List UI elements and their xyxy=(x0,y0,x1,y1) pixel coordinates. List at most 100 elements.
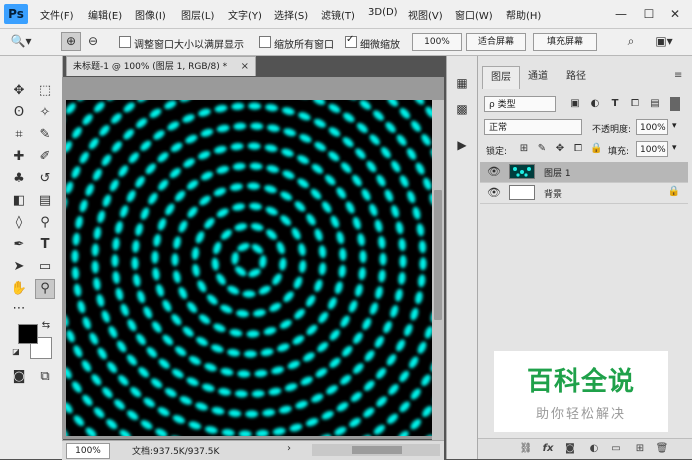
blur-tool-icon[interactable]: ◊ xyxy=(10,214,28,232)
lock-pixels-icon[interactable]: ✎ xyxy=(536,142,548,156)
eye-icon[interactable]: 👁 xyxy=(487,165,501,178)
lock-artboard-icon[interactable]: ⧠ xyxy=(572,142,584,156)
more-tools-icon[interactable]: ⋯ xyxy=(10,300,28,318)
opacity-field[interactable]: 100% xyxy=(636,119,668,135)
minimize-button[interactable]: — xyxy=(612,5,630,23)
horizontal-scrollbar[interactable] xyxy=(312,444,440,456)
tab-layers[interactable]: 图层 xyxy=(482,66,520,89)
zoom-tool-preset-icon[interactable]: 🔍▾ xyxy=(6,33,36,50)
layer-row-layer1[interactable]: 👁 图层 1 xyxy=(480,162,688,183)
blend-mode-select[interactable]: 正常 xyxy=(484,119,582,135)
horizontal-scroll-thumb[interactable] xyxy=(352,446,402,454)
filter-type-icon[interactable]: T xyxy=(608,96,622,112)
close-document-icon[interactable]: × xyxy=(241,57,249,77)
lock-all-icon[interactable]: 🔒 xyxy=(590,142,602,156)
resize-windows-checkbox[interactable] xyxy=(119,36,131,48)
lock-transparency-icon[interactable]: ⊞ xyxy=(518,142,530,156)
eye-icon[interactable]: 👁 xyxy=(487,186,501,199)
menu-window[interactable]: 窗口(W) xyxy=(455,7,493,22)
menu-edit[interactable]: 编辑(E) xyxy=(88,7,122,22)
fill-field[interactable]: 100% xyxy=(636,141,668,157)
default-colors-icon[interactable]: ◪ xyxy=(10,346,22,358)
menu-type[interactable]: 文字(Y) xyxy=(228,7,262,22)
wave-pattern-image xyxy=(66,100,432,436)
fill-dropdown-icon[interactable]: ▾ xyxy=(672,143,677,153)
menu-image[interactable]: 图像(I) xyxy=(135,7,166,22)
panel-menu-icon[interactable]: ≡ xyxy=(674,70,682,81)
menu-layer[interactable]: 图层(L) xyxy=(181,7,214,22)
fx-icon[interactable]: fx xyxy=(540,441,556,457)
hand-tool-icon[interactable]: ✋ xyxy=(10,280,28,298)
history-panel-icon[interactable]: ▦ xyxy=(453,74,471,92)
kind-filter-select[interactable]: ρ 类型 xyxy=(484,96,556,112)
zoom-out-icon[interactable]: ⊖ xyxy=(84,33,102,50)
gradient-tool-icon[interactable]: ▤ xyxy=(36,192,54,210)
menu-3d[interactable]: 3D(D) xyxy=(368,7,398,18)
magic-wand-tool-icon[interactable]: ✧ xyxy=(36,104,54,122)
swap-colors-icon[interactable]: ⇆ xyxy=(40,320,52,332)
adjustment-icon[interactable]: ◐ xyxy=(586,441,602,457)
dodge-tool-icon[interactable]: ⚲ xyxy=(36,214,54,232)
fill-screen-button[interactable]: 填充屏幕 xyxy=(533,33,597,51)
vertical-scrollbar[interactable] xyxy=(432,100,444,440)
filter-adjustment-icon[interactable]: ◐ xyxy=(588,96,602,112)
close-button[interactable]: ✕ xyxy=(666,5,684,23)
scrubby-zoom-checkbox[interactable] xyxy=(345,36,357,48)
path-selection-tool-icon[interactable]: ➤ xyxy=(10,258,28,276)
actions-play-icon[interactable]: ▶ xyxy=(453,136,471,154)
pattern-dot xyxy=(304,212,317,227)
eyedropper-tool-icon[interactable]: ✎ xyxy=(36,126,54,144)
foreground-color-swatch[interactable] xyxy=(18,324,38,344)
clone-stamp-tool-icon[interactable]: ♣ xyxy=(10,170,28,188)
lock-position-icon[interactable]: ✥ xyxy=(554,142,566,156)
new-layer-icon[interactable]: ⊞ xyxy=(632,441,648,457)
document-canvas[interactable] xyxy=(66,100,432,436)
menu-select[interactable]: 选择(S) xyxy=(274,7,308,22)
zoom-percent-button[interactable]: 100% xyxy=(412,33,462,51)
opacity-dropdown-icon[interactable]: ▾ xyxy=(672,121,677,131)
eraser-tool-icon[interactable]: ◧ xyxy=(10,192,28,210)
zoom-in-icon[interactable]: ⊕ xyxy=(62,33,80,50)
menu-view[interactable]: 视图(V) xyxy=(408,7,443,22)
trash-icon[interactable]: 🗑 xyxy=(654,441,670,457)
crop-tool-icon[interactable]: ⌗ xyxy=(10,126,28,144)
fit-screen-button[interactable]: 适合屏幕 xyxy=(466,33,526,51)
zoom-tool-icon[interactable]: ⚲ xyxy=(36,280,54,298)
menu-file[interactable]: 文件(F) xyxy=(40,7,74,22)
healing-brush-tool-icon[interactable]: ✚ xyxy=(10,148,28,166)
vertical-scroll-thumb[interactable] xyxy=(434,190,442,320)
rectangle-tool-icon[interactable]: ▭ xyxy=(36,258,54,276)
history-brush-tool-icon[interactable]: ↺ xyxy=(36,170,54,188)
pattern-dot xyxy=(66,313,70,328)
tab-channels[interactable]: 通道 xyxy=(520,66,556,88)
group-icon[interactable]: ▭ xyxy=(608,441,624,457)
menu-help[interactable]: 帮助(H) xyxy=(506,7,541,22)
link-icon[interactable]: ⛓ xyxy=(518,441,534,457)
filter-pixel-icon[interactable]: ▣ xyxy=(568,96,582,112)
filter-toggle-icon[interactable] xyxy=(670,97,680,111)
filter-smart-object-icon[interactable]: ▤ xyxy=(648,96,662,112)
pattern-dot xyxy=(249,162,263,170)
properties-panel-icon[interactable]: ▩ xyxy=(453,100,471,118)
maximize-button[interactable]: ☐ xyxy=(640,5,658,23)
status-menu-arrow-icon[interactable]: › xyxy=(287,443,291,454)
marquee-tool-icon[interactable]: ⬚ xyxy=(36,82,54,100)
tab-paths[interactable]: 路径 xyxy=(558,66,594,88)
layer-row-background[interactable]: 👁 背景 🔒 xyxy=(480,183,688,204)
status-zoom-field[interactable]: 100% xyxy=(66,443,110,459)
search-icon[interactable]: ⌕ xyxy=(622,33,640,50)
menu-filter[interactable]: 滤镜(T) xyxy=(321,7,355,22)
screen-mode-icon[interactable]: ⧉ xyxy=(36,368,54,386)
mask-icon[interactable]: ◙ xyxy=(562,441,578,457)
move-tool-icon[interactable]: ✥ xyxy=(10,82,28,100)
type-tool-icon[interactable]: T xyxy=(36,236,54,254)
pattern-dot xyxy=(74,215,84,229)
quick-mask-icon[interactable]: ◙ xyxy=(10,368,28,386)
zoom-all-checkbox[interactable] xyxy=(259,36,271,48)
document-tab[interactable]: 未标题-1 @ 100% (图层 1, RGB/8) * × xyxy=(66,56,256,76)
brush-tool-icon[interactable]: ✐ xyxy=(36,148,54,166)
workspace-icon[interactable]: ▣▾ xyxy=(650,33,678,50)
filter-shape-icon[interactable]: ⧠ xyxy=(628,96,642,112)
pen-tool-icon[interactable]: ✒ xyxy=(10,236,28,254)
lasso-tool-icon[interactable]: ʘ xyxy=(10,104,28,122)
